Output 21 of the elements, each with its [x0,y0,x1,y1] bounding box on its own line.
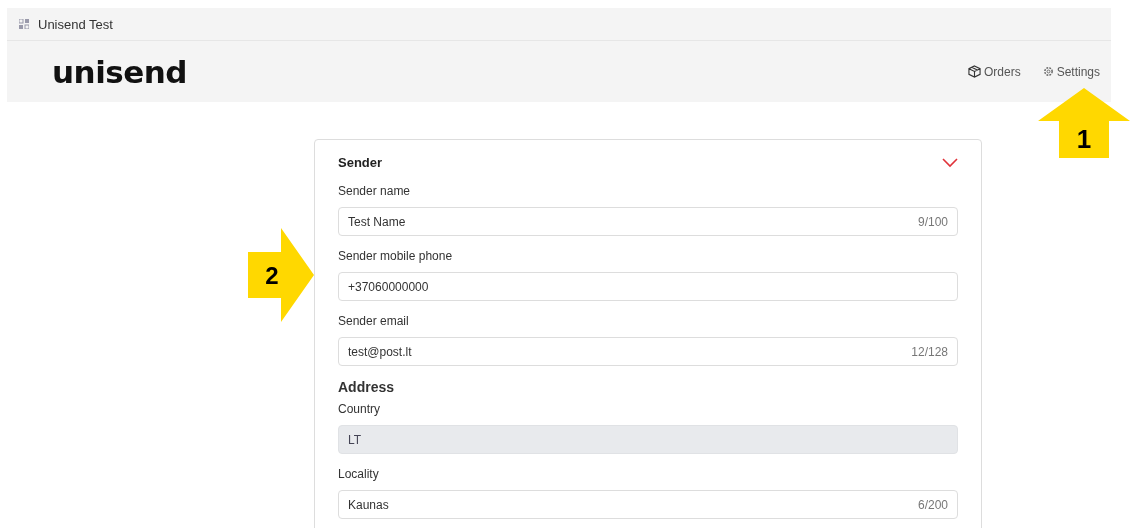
field-label: Sender name [338,184,412,198]
logo: unisend [52,53,187,90]
section-title: Sender [338,155,383,170]
app-icon [19,19,29,29]
subsection-title: Address [338,379,396,395]
chevron-icon[interactable] [942,157,958,168]
field-label: Sender mobile phone [338,249,454,263]
field-label: Country [338,402,382,416]
callout-arrow: 2 [248,228,314,322]
field-label: Locality [338,467,380,481]
input-field[interactable]: +37060000000 [338,272,958,301]
input-field[interactable]: test@post.lt 12/128 [338,337,958,366]
input-field[interactable]: Test Name 9/100 [338,207,958,236]
app-title: Unisend Test [38,16,113,32]
box-icon [967,65,981,78]
field-label: Sender email [338,314,410,328]
nav-link[interactable]: Orders [967,64,1021,79]
settings-icon [1042,66,1054,77]
input-field[interactable]: Kaunas 6/200 [338,490,958,519]
nav-link[interactable]: Settings [1042,64,1100,79]
callout-arrow: 1 [1038,88,1130,158]
